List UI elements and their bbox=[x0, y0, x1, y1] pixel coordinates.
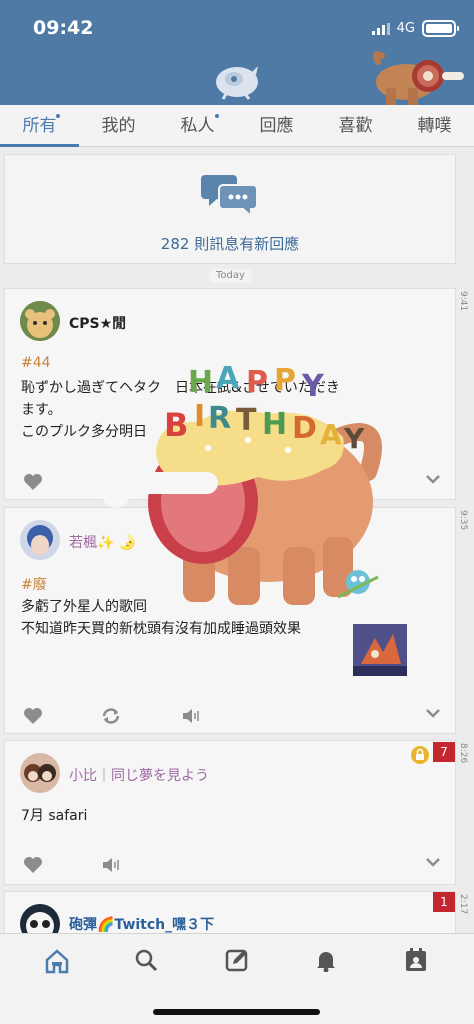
tab-replurks[interactable]: 轉噗 bbox=[395, 105, 474, 146]
post-body: 7月 safari bbox=[21, 808, 88, 824]
svg-text:Y: Y bbox=[343, 422, 365, 455]
post-time: 9:41 bbox=[458, 291, 468, 312]
tab-likes[interactable]: 喜歡 bbox=[316, 105, 395, 146]
svg-text:R: R bbox=[208, 401, 231, 436]
tab-mine[interactable]: 我的 bbox=[79, 105, 158, 146]
post-tag: #44 bbox=[21, 355, 51, 371]
network-label: 4G bbox=[396, 21, 415, 36]
svg-text:P: P bbox=[274, 363, 296, 398]
avatar[interactable] bbox=[20, 301, 60, 341]
post-time: 8:26 bbox=[458, 743, 468, 764]
mute-icon[interactable] bbox=[101, 856, 121, 874]
heart-icon[interactable] bbox=[23, 473, 43, 491]
new-responses-card[interactable]: 282 則訊息有新回應 bbox=[4, 154, 456, 264]
response-count-badge: 7 bbox=[433, 742, 455, 762]
heart-icon[interactable] bbox=[23, 707, 43, 725]
home-icon[interactable] bbox=[44, 948, 70, 974]
svg-text:Y: Y bbox=[301, 369, 325, 404]
home-indicator bbox=[153, 1009, 320, 1015]
new-responses-text: 282 則訊息有新回應 bbox=[160, 235, 300, 253]
post-username[interactable]: CPS★閒 bbox=[69, 313, 126, 333]
replurk-icon[interactable] bbox=[101, 707, 121, 725]
status-time: 09:42 bbox=[33, 17, 94, 39]
date-separator: Today bbox=[209, 269, 252, 283]
svg-text:A: A bbox=[320, 418, 342, 451]
signal-icon bbox=[371, 22, 390, 35]
plurk-logo-icon[interactable] bbox=[212, 58, 262, 100]
calendar-user-icon[interactable] bbox=[405, 948, 427, 972]
post-time: 2:17 bbox=[458, 894, 468, 915]
post-image-thumbnail[interactable] bbox=[353, 624, 407, 676]
tab-responses[interactable]: 回應 bbox=[237, 105, 316, 146]
chevron-down-icon[interactable] bbox=[425, 856, 441, 868]
tab-all[interactable]: 所有 bbox=[0, 105, 79, 147]
svg-text:T: T bbox=[236, 403, 257, 438]
post-tag: #廢 bbox=[21, 577, 47, 593]
happy-birthday-sticker[interactable]: H A P P Y B I R T H D A Y bbox=[98, 352, 388, 622]
post-username[interactable]: 砲彈🌈Twitch_嘿３下 bbox=[69, 914, 214, 934]
status-indicators: 4G bbox=[371, 20, 459, 37]
plurk-post[interactable]: 小比｜同じ夢を見よう 7 7月 safari bbox=[4, 740, 456, 885]
svg-text:P: P bbox=[246, 365, 268, 400]
chevron-down-icon[interactable] bbox=[425, 707, 441, 719]
mascot-dog-icon bbox=[372, 51, 464, 105]
avatar[interactable] bbox=[20, 520, 60, 560]
post-actions bbox=[21, 707, 441, 727]
svg-text:B: B bbox=[164, 406, 188, 444]
heart-icon[interactable] bbox=[23, 856, 43, 874]
chat-bubbles-icon bbox=[201, 175, 258, 217]
post-actions bbox=[21, 856, 441, 876]
tab-private[interactable]: 私人 bbox=[158, 105, 237, 146]
unread-dot bbox=[56, 114, 60, 118]
bell-icon[interactable] bbox=[315, 948, 337, 972]
post-time: 9:35 bbox=[458, 510, 468, 531]
svg-text:H: H bbox=[188, 365, 213, 400]
avatar[interactable] bbox=[20, 753, 60, 793]
svg-text:A: A bbox=[216, 361, 240, 396]
svg-text:H: H bbox=[262, 407, 287, 442]
unread-dot bbox=[215, 114, 219, 118]
app-header: 09:42 4G bbox=[0, 0, 474, 105]
filter-tab-bar: 所有 我的 私人 回應 喜歡 轉噗 bbox=[0, 105, 474, 147]
compose-icon[interactable] bbox=[225, 948, 249, 972]
post-username[interactable]: 小比｜同じ夢を見よう bbox=[69, 765, 209, 785]
battery-icon bbox=[422, 20, 459, 37]
plurk-post[interactable]: 砲彈🌈Twitch_嘿３下 1 bbox=[4, 891, 456, 944]
response-count-badge: 1 bbox=[433, 892, 455, 912]
mute-icon[interactable] bbox=[181, 707, 201, 725]
svg-text:I: I bbox=[194, 399, 205, 434]
lock-icon bbox=[411, 746, 429, 764]
chevron-down-icon[interactable] bbox=[425, 473, 441, 485]
search-icon[interactable] bbox=[134, 948, 158, 972]
svg-text:D: D bbox=[292, 411, 317, 446]
